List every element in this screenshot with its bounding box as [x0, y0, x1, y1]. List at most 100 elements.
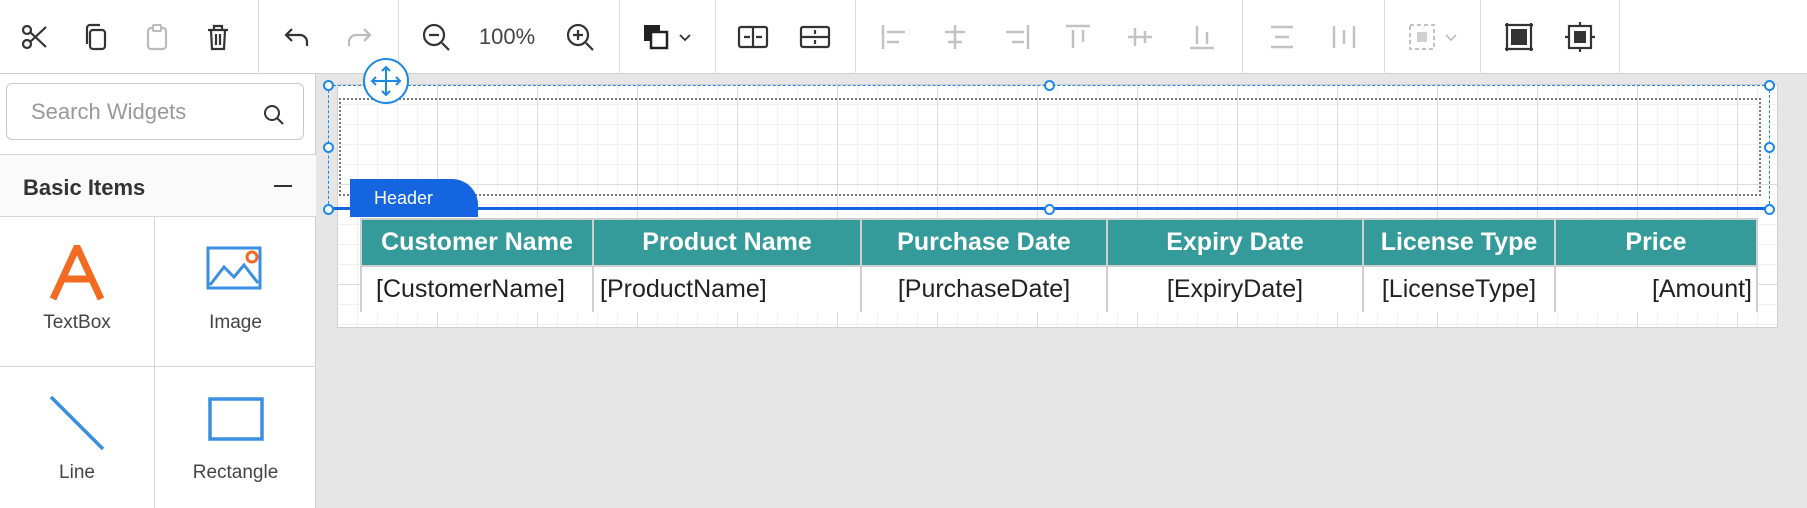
scissors-icon: [21, 24, 47, 50]
resize-handle[interactable]: [1044, 80, 1055, 91]
paste-button[interactable]: [135, 15, 179, 59]
delete-button[interactable]: [196, 15, 240, 59]
clipboard-icon: [146, 24, 168, 51]
resize-handle[interactable]: [1764, 80, 1775, 91]
align-middle-icon: [1128, 28, 1152, 46]
resize-handle[interactable]: [1764, 142, 1775, 153]
resize-handle[interactable]: [1044, 204, 1055, 215]
toolbar-separator: [1242, 0, 1243, 74]
toolbar-separator: [258, 0, 259, 74]
textbox-icon: [49, 245, 105, 301]
copy-icon: [85, 23, 107, 51]
chevron-down-icon: [679, 34, 691, 42]
section-title: Basic Items: [23, 175, 146, 200]
align-bottom-button[interactable]: [1180, 15, 1224, 59]
table-data-cell[interactable]: [Amount]: [1556, 267, 1756, 312]
align-left-icon: [881, 25, 905, 49]
rectangle-icon: [207, 397, 264, 441]
distribute-vertical-icon: [1271, 25, 1293, 49]
fit-to-page-button[interactable]: [1497, 15, 1541, 59]
move-icon: [370, 65, 402, 97]
table-header-cell[interactable]: Price: [1556, 220, 1756, 265]
undo-icon: [284, 28, 309, 46]
collapse-icon[interactable]: [274, 185, 292, 187]
toolbar-separator: [1619, 0, 1620, 74]
zoom-level: 100%: [478, 24, 536, 49]
zoom-out-icon: [422, 23, 450, 51]
zoom-in-icon: [566, 23, 594, 51]
align-right-icon: [1006, 25, 1030, 49]
toolbar-separator: [715, 0, 716, 74]
align-center-icon: [945, 25, 965, 49]
table-data-cell[interactable]: [LicenseType]: [1364, 267, 1556, 312]
redo-icon: [347, 28, 372, 46]
table-header-cell[interactable]: License Type: [1364, 220, 1556, 265]
copy-button[interactable]: [74, 15, 118, 59]
distribute-horizontal-button[interactable]: [1322, 15, 1366, 59]
align-right-button[interactable]: [995, 15, 1039, 59]
fit-to-width-icon: [1565, 22, 1595, 52]
search-icon[interactable]: [263, 104, 285, 126]
split-horizontal-button[interactable]: [731, 15, 775, 59]
toolbar-separator: [1480, 0, 1481, 74]
resize-handle[interactable]: [323, 80, 334, 91]
widget-image[interactable]: Image: [155, 217, 316, 367]
table-data-cell[interactable]: [ExpiryDate]: [1108, 267, 1364, 312]
zoom-in-button[interactable]: [558, 15, 602, 59]
fill-color-icon: [644, 25, 669, 50]
split-horizontal-icon: [737, 25, 769, 49]
align-top-icon: [1066, 24, 1090, 48]
table-data-cell[interactable]: [CustomerName]: [362, 267, 594, 312]
table-header-cell[interactable]: Expiry Date: [1108, 220, 1364, 265]
align-bottom-icon: [1190, 26, 1214, 50]
distribute-vertical-button[interactable]: [1260, 15, 1304, 59]
cut-button[interactable]: [12, 15, 56, 59]
fit-to-page-icon: [1505, 23, 1533, 51]
table-header-cell[interactable]: Purchase Date: [862, 220, 1108, 265]
split-vertical-icon: [799, 25, 831, 49]
resize-handle[interactable]: [1764, 204, 1775, 215]
widget-search-input[interactable]: [31, 98, 251, 126]
widget-label: Rectangle: [192, 462, 279, 483]
widget-label: Line: [59, 462, 95, 483]
split-vertical-button[interactable]: [793, 15, 837, 59]
widget-label: TextBox: [43, 312, 111, 333]
design-canvas: Header Customer Name Product Name Purcha…: [316, 58, 1807, 508]
widget-rectangle[interactable]: Rectangle: [155, 367, 316, 508]
selection-dropdown[interactable]: [1400, 15, 1466, 59]
header-content-area: [339, 98, 1761, 196]
fill-color-dropdown[interactable]: [634, 15, 700, 59]
report-table[interactable]: Customer Name Product Name Purchase Date…: [360, 218, 1758, 312]
redo-button[interactable]: [337, 15, 381, 59]
widget-sidebar: Basic Items TextBox Image Line Rectangle: [0, 74, 316, 508]
fit-to-width-button[interactable]: [1558, 15, 1602, 59]
image-icon: [206, 246, 261, 290]
widget-search-box: [6, 83, 304, 140]
widget-textbox[interactable]: TextBox: [0, 217, 155, 367]
table-header-cell[interactable]: Product Name: [594, 220, 862, 265]
move-handle[interactable]: [363, 58, 409, 104]
widget-line[interactable]: Line: [0, 367, 155, 508]
table-header-row: Customer Name Product Name Purchase Date…: [362, 220, 1756, 265]
align-middle-button[interactable]: [1118, 15, 1162, 59]
trash-icon: [208, 24, 228, 51]
align-center-button[interactable]: [933, 15, 977, 59]
align-top-button[interactable]: [1056, 15, 1100, 59]
selection-icon: [1409, 24, 1435, 50]
zoom-out-button[interactable]: [414, 15, 458, 59]
header-region[interactable]: Header: [323, 58, 1775, 217]
line-icon: [49, 395, 105, 451]
toolbar: 100%: [0, 0, 1807, 74]
distribute-horizontal-icon: [1332, 26, 1356, 48]
widget-label: Image: [209, 312, 262, 333]
basic-items-section-header[interactable]: Basic Items: [0, 154, 316, 217]
table-data-row: [CustomerName] [ProductName] [PurchaseDa…: [362, 267, 1756, 312]
table-data-cell[interactable]: [ProductName]: [594, 267, 862, 312]
table-data-cell[interactable]: [PurchaseDate]: [862, 267, 1108, 312]
header-tab-label[interactable]: Header: [350, 179, 478, 217]
align-left-button[interactable]: [872, 15, 916, 59]
resize-handle[interactable]: [323, 142, 334, 153]
table-header-cell[interactable]: Customer Name: [362, 220, 594, 265]
undo-button[interactable]: [275, 15, 319, 59]
resize-handle[interactable]: [323, 204, 334, 215]
